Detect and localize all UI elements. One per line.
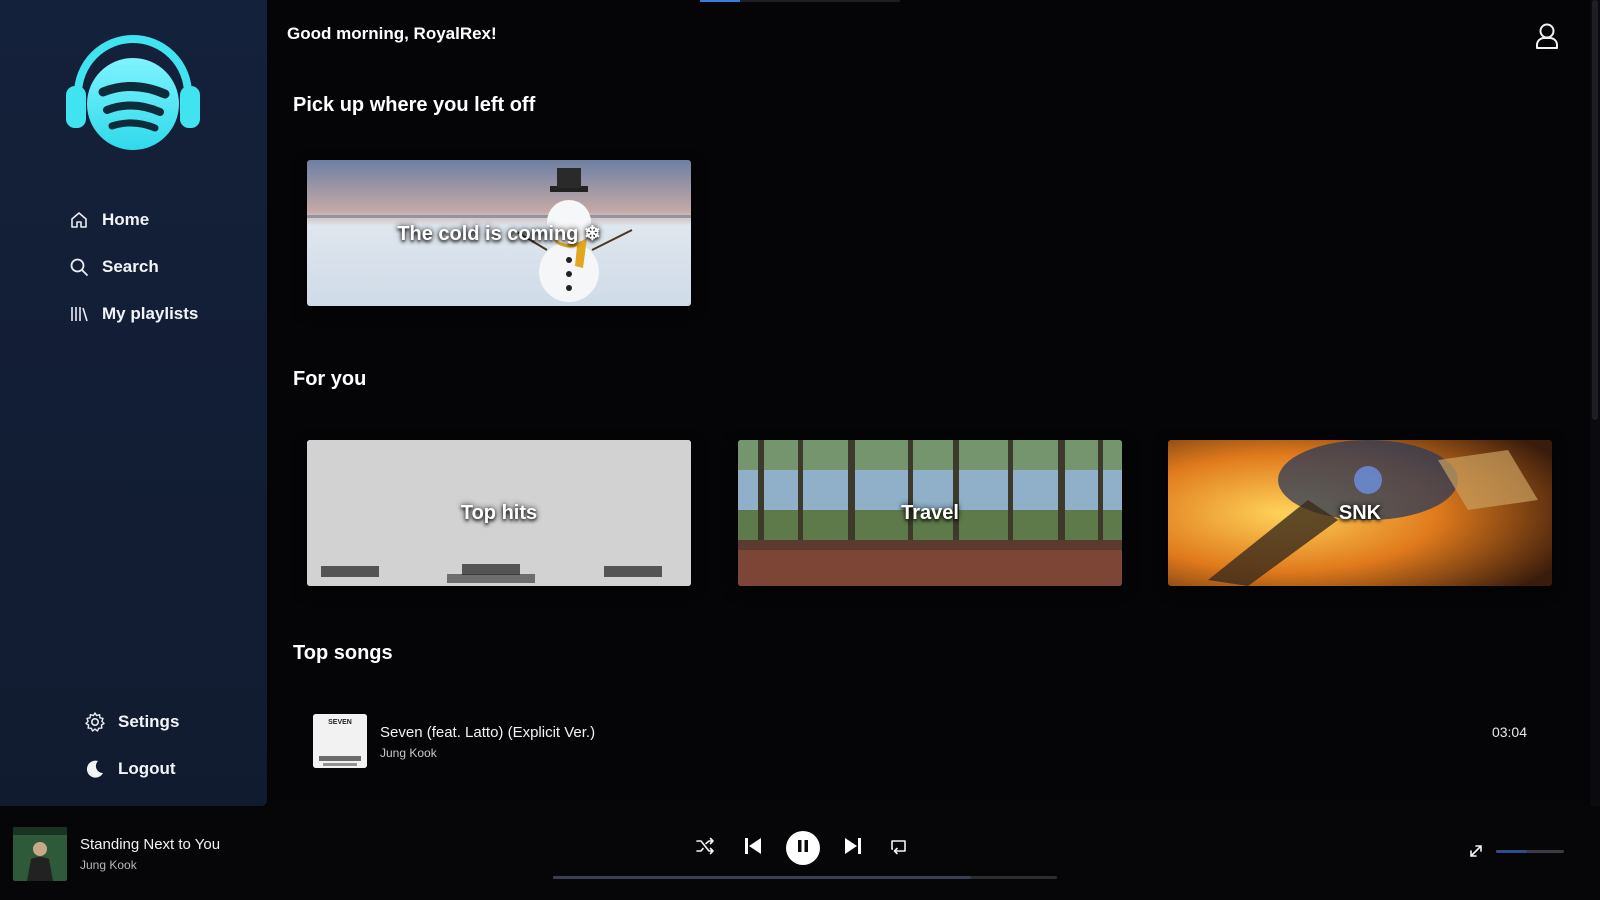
nav-item-label: My playlists	[102, 303, 199, 323]
gear-icon	[84, 711, 106, 733]
expand-icon	[1467, 845, 1485, 864]
song-title: Seven (feat. Latto) (Explicit Ver.)	[380, 724, 596, 741]
nav-item-label: Search	[102, 256, 159, 276]
playback-progress-bar[interactable]	[553, 876, 1057, 879]
shuffle-button[interactable]	[690, 833, 720, 863]
volume-slider[interactable]	[1496, 850, 1564, 853]
sidebar-bottom: Setings Logout	[84, 698, 179, 792]
song-artist: Jung Kook	[380, 746, 437, 760]
nav-item-my-playlists[interactable]: My playlists	[68, 290, 198, 337]
section-title-top-songs: Top songs	[293, 642, 393, 664]
logout-button[interactable]: Logout	[84, 745, 179, 792]
song-album-art: SEVEN	[313, 714, 367, 768]
greeting: Good morning, RoyalRex!	[287, 24, 497, 43]
previous-button[interactable]	[738, 833, 768, 863]
nav-item-home[interactable]: Home	[68, 196, 198, 243]
nav-item-search[interactable]: Search	[68, 243, 198, 290]
pause-button[interactable]	[786, 831, 820, 865]
playlist-card-top-hits[interactable]: Top hits	[307, 440, 691, 586]
next-button[interactable]	[838, 833, 868, 863]
playlist-card-label: The cold is coming ❄	[397, 222, 601, 245]
library-icon	[68, 303, 90, 325]
player-bar: Standing Next to You Jung Kook	[0, 806, 1600, 900]
user-profile-icon[interactable]	[1534, 22, 1560, 50]
playlist-card-snk[interactable]: SNK	[1168, 440, 1552, 586]
main-nav: Home Search My playlists	[68, 196, 198, 337]
home-icon	[68, 209, 90, 231]
section-title-continue: Pick up where you left off	[293, 94, 536, 116]
search-icon	[68, 256, 90, 278]
pause-icon	[796, 839, 810, 858]
now-playing-album-art	[13, 827, 67, 881]
scrollbar-thumb[interactable]	[1592, 0, 1598, 420]
playback-controls	[690, 831, 914, 865]
skip-forward-icon	[843, 836, 863, 861]
settings-button[interactable]: Setings	[84, 698, 179, 745]
playlist-card-cold[interactable]: The cold is coming ❄	[307, 160, 691, 306]
skip-back-icon	[743, 836, 763, 861]
settings-label: Setings	[118, 711, 180, 731]
section-title-for-you: For you	[293, 368, 367, 390]
main-scrollbar[interactable]	[1590, 0, 1600, 806]
song-duration: 03:04	[1491, 724, 1527, 740]
nav-item-label: Home	[102, 209, 150, 229]
now-playing-artist: Jung Kook	[80, 858, 137, 872]
loading-indicator	[700, 0, 900, 2]
repeat-button[interactable]	[884, 833, 914, 863]
app-logo	[64, 32, 202, 156]
repeat-icon	[889, 837, 909, 860]
main-content: Good morning, RoyalRex! Pick up where yo…	[267, 0, 1590, 806]
playlist-card-travel[interactable]: Travel	[738, 440, 1122, 586]
shuffle-icon	[695, 837, 715, 860]
progress-fill	[553, 876, 972, 879]
expand-button[interactable]	[1467, 842, 1485, 860]
now-playing-title: Standing Next to You	[80, 836, 221, 853]
logout-label: Logout	[118, 758, 176, 778]
song-row[interactable]: SEVEN Seven (feat. Latto) (Explicit Ver.…	[287, 714, 1527, 774]
playlist-card-label: Travel	[901, 501, 959, 524]
playlist-card-label: SNK	[1338, 501, 1382, 524]
volume-fill	[1496, 850, 1527, 853]
song-thumb-text: SEVEN	[328, 719, 352, 726]
playlist-card-label: Top hits	[460, 501, 538, 524]
sidebar: Home Search My playlists Setings Logout	[0, 0, 267, 806]
moon-icon	[84, 758, 106, 780]
